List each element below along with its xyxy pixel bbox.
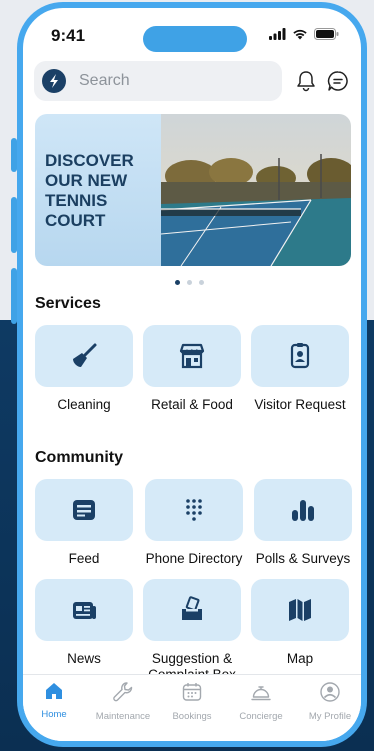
app-logo-icon <box>42 69 66 93</box>
search-placeholder: Search <box>79 72 130 89</box>
banner-text-panel: DISCOVER OUR NEW TENNIS COURT <box>35 114 161 266</box>
ballot-box-icon <box>182 596 202 620</box>
community-feed-tile[interactable] <box>35 479 133 541</box>
search-row: Search <box>34 61 348 101</box>
status-icons <box>269 28 339 40</box>
nav-my-profile[interactable]: My Profile <box>298 681 361 722</box>
community-map-tile[interactable] <box>251 579 349 641</box>
service-visitor-request-tile[interactable] <box>251 325 349 387</box>
calendar-icon <box>182 683 202 701</box>
nav-label: Maintenance <box>95 711 151 722</box>
nav-label: Home <box>41 709 67 720</box>
promo-banner[interactable]: DISCOVER OUR NEW TENNIS COURT <box>35 114 351 266</box>
status-bar: 9:41 <box>23 8 361 58</box>
tennis-court-photo <box>161 114 351 266</box>
dialpad-icon <box>186 499 202 521</box>
bar-chart-icon <box>292 500 314 521</box>
community-polls-surveys-tile[interactable] <box>254 479 352 541</box>
app-screen: 9:41 Search DISCOVER OUR NEW TENNIS COUR… <box>23 8 361 741</box>
storefront-icon <box>179 343 205 369</box>
community-label: Feed <box>68 551 100 566</box>
service-label: Retail & Food <box>151 397 233 412</box>
profile-icon <box>320 682 340 702</box>
pagination-dot[interactable] <box>187 280 192 285</box>
home-icon <box>46 683 62 699</box>
bottom-navigation: Home Maintenance Bookings Concierge My P… <box>23 674 361 741</box>
services-title: Services <box>35 295 101 312</box>
dynamic-island <box>143 26 247 52</box>
community-label: Polls & Surveys <box>255 551 351 566</box>
banner-pagination[interactable] <box>175 280 204 285</box>
service-label: Cleaning <box>57 397 111 412</box>
battery-icon <box>314 28 339 40</box>
nav-label: Bookings <box>172 711 212 722</box>
phone-frame: 9:41 Search DISCOVER OUR NEW TENNIS COUR… <box>17 2 367 747</box>
service-cleaning-tile[interactable] <box>35 325 133 387</box>
community-news-tile[interactable] <box>35 579 133 641</box>
community-label: News <box>67 651 101 666</box>
map-icon <box>289 599 311 621</box>
broom-icon <box>73 343 97 367</box>
community-label: Map <box>286 651 314 666</box>
notifications-bell-icon[interactable] <box>296 70 316 97</box>
community-label: Phone Directory <box>145 551 243 566</box>
nav-maintenance[interactable]: Maintenance <box>91 681 155 722</box>
nav-bookings[interactable]: Bookings <box>160 681 224 722</box>
search-input[interactable]: Search <box>34 61 282 101</box>
nav-home[interactable]: Home <box>23 681 86 720</box>
wrench-icon <box>113 682 133 702</box>
service-label: Visitor Request <box>254 397 346 412</box>
visitor-badge-icon <box>290 343 310 369</box>
feed-icon <box>73 500 95 520</box>
nav-concierge[interactable]: Concierge <box>229 681 293 722</box>
nav-label: Concierge <box>239 711 283 722</box>
status-time: 9:41 <box>51 26 86 45</box>
wifi-icon <box>293 29 307 40</box>
community-title: Community <box>35 449 123 466</box>
pagination-dot[interactable] <box>199 280 204 285</box>
banner-title: DISCOVER OUR NEW TENNIS COURT <box>45 151 134 230</box>
community-phone-directory-tile[interactable] <box>145 479 243 541</box>
signal-icon <box>269 28 286 40</box>
community-suggestion-box-tile[interactable] <box>143 579 241 641</box>
service-retail-food-tile[interactable] <box>143 325 241 387</box>
concierge-bell-icon <box>251 686 271 701</box>
chat-icon[interactable] <box>327 70 349 97</box>
pagination-dot[interactable] <box>175 280 180 285</box>
newspaper-icon <box>73 602 96 619</box>
nav-label: My Profile <box>308 711 352 722</box>
